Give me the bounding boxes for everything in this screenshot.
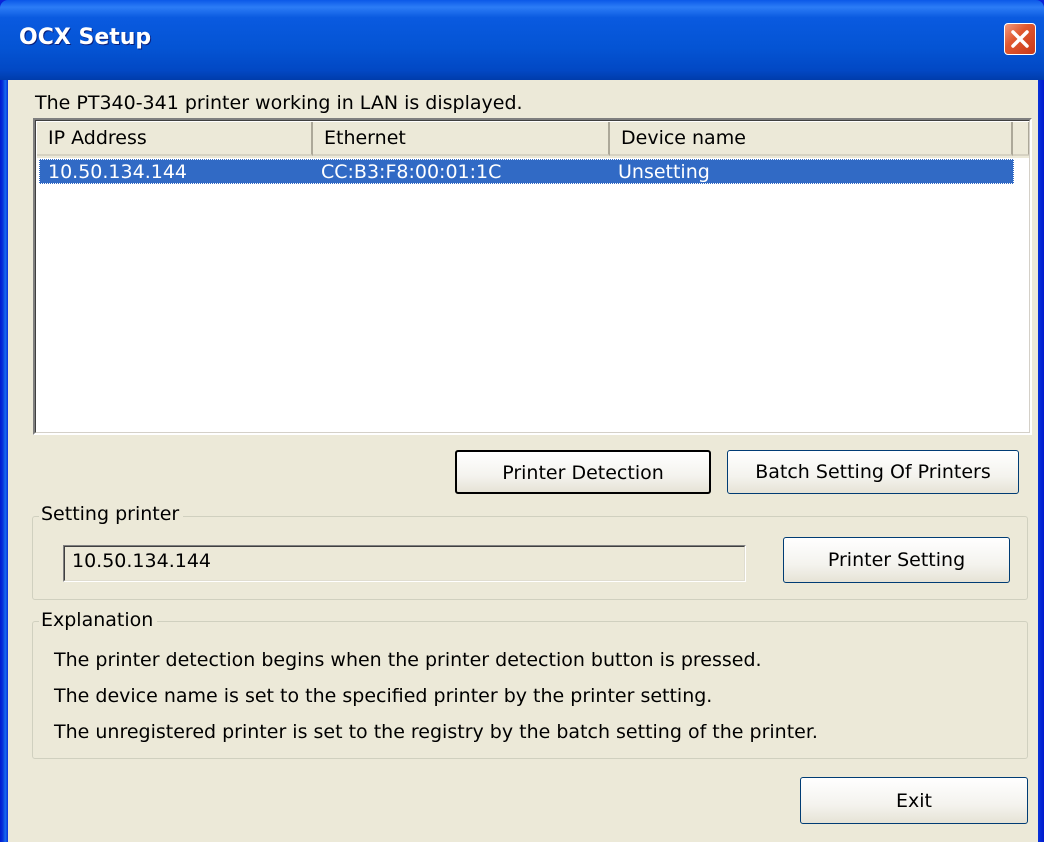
list-header: IP Address Ethernet Device name: [37, 122, 1030, 158]
batch-setting-label: Batch Setting Of Printers: [755, 461, 991, 483]
column-header-device-name[interactable]: Device name: [610, 122, 1013, 156]
printer-list[interactable]: IP Address Ethernet Device name 10.50.13…: [33, 118, 1032, 435]
close-icon: [1011, 30, 1029, 48]
row-ip-address: 10.50.134.144: [48, 161, 188, 183]
explanation-legend: Explanation: [39, 609, 158, 631]
column-header-filler: [1013, 122, 1030, 156]
column-header-ip-address[interactable]: IP Address: [37, 122, 313, 156]
window-frame-right: [1038, 80, 1044, 842]
window-title: OCX Setup: [19, 25, 152, 50]
list-caption: The PT340-341 printer working in LAN is …: [35, 92, 523, 114]
setting-printer-legend: Setting printer: [39, 503, 184, 525]
close-button[interactable]: [1004, 23, 1036, 55]
exit-button[interactable]: Exit: [800, 777, 1028, 824]
printer-setting-button[interactable]: Printer Setting: [783, 537, 1010, 583]
printer-setting-label: Printer Setting: [827, 549, 966, 571]
explanation-line-1: The printer detection begins when the pr…: [54, 649, 762, 671]
explanation-line-3: The unregistered printer is set to the r…: [54, 721, 818, 743]
setting-printer-field[interactable]: 10.50.134.144: [63, 545, 746, 582]
explanation-line-2: The device name is set to the specified …: [54, 685, 713, 707]
window-frame-left: [0, 80, 8, 842]
exit-label: Exit: [896, 790, 932, 812]
ocx-setup-window: OCX Setup The PT340-341 printer working …: [0, 0, 1044, 842]
table-row[interactable]: 10.50.134.144 CC:B3:F8:00:01:1C Unsettin…: [39, 159, 1014, 184]
setting-printer-value: 10.50.134.144: [72, 550, 212, 572]
row-ethernet: CC:B3:F8:00:01:1C: [321, 161, 502, 183]
column-header-ethernet[interactable]: Ethernet: [313, 122, 610, 156]
batch-setting-button[interactable]: Batch Setting Of Printers: [727, 450, 1019, 494]
printer-detection-button[interactable]: Printer Detection: [455, 450, 711, 494]
title-bar[interactable]: OCX Setup: [0, 0, 1044, 80]
dialog-client-area: The PT340-341 printer working in LAN is …: [8, 80, 1038, 842]
row-device-name: Unsetting: [618, 161, 710, 183]
printer-detection-label: Printer Detection: [502, 462, 664, 484]
